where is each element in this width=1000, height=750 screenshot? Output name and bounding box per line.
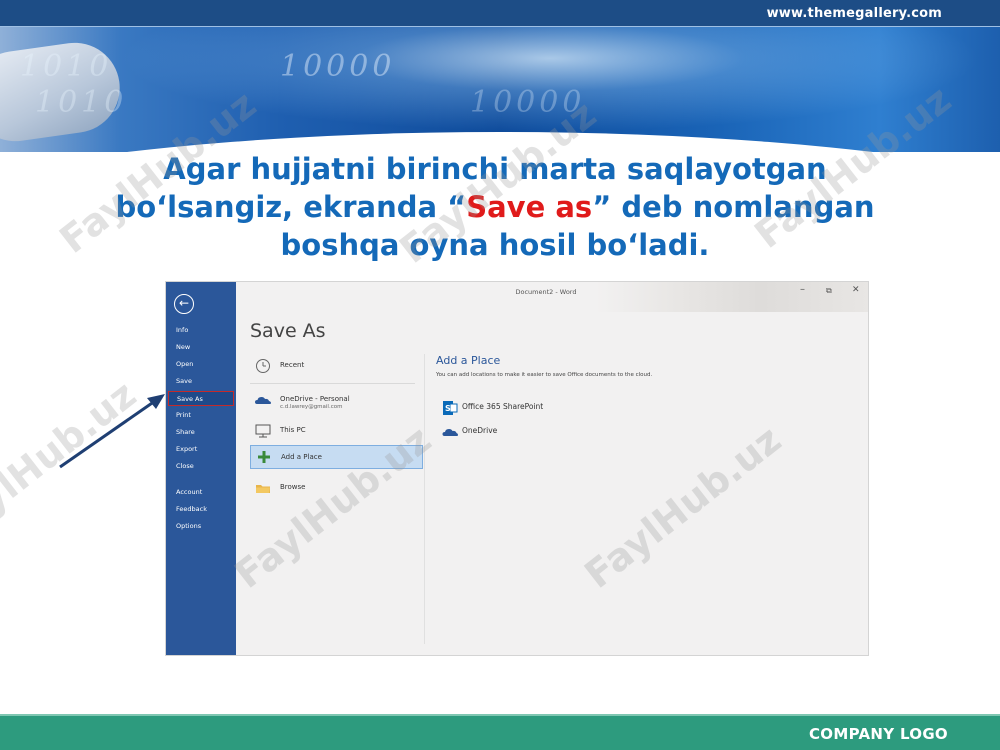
place-onedrive-personal[interactable]: OneDrive - Personal c.d.lawrey@gmail.com [250, 392, 423, 416]
headline-line-2: bo‘lsangiz, ekranda “Save as” deb nomlan… [60, 188, 930, 226]
panel-divider [424, 354, 425, 644]
sidebar-item-new[interactable]: New [176, 343, 190, 351]
site-url[interactable]: www.themegallery.com [767, 6, 942, 21]
places-divider [250, 383, 415, 384]
banner-digits-2: 1010 [35, 85, 128, 120]
sidebar-item-share[interactable]: Share [176, 428, 195, 436]
sidebar-item-close[interactable]: Close [176, 462, 194, 470]
close-icon[interactable]: ✕ [852, 285, 860, 295]
add-place-panel-title: Add a Place [436, 354, 501, 367]
sidebar-item-info[interactable]: Info [176, 326, 188, 334]
place-this-pc[interactable]: This PC [250, 423, 423, 441]
backstage-title: Save As [250, 320, 326, 342]
onedrive-cloud-icon [255, 397, 271, 404]
minimize-icon[interactable]: – [800, 284, 805, 295]
slide-headline: Agar hujjatni birinchi marta saqlayotgan… [60, 150, 930, 264]
sidebar-item-options[interactable]: Options [176, 522, 201, 530]
place-recent-label: Recent [280, 361, 305, 369]
option-sharepoint-label: Office 365 SharePoint [462, 402, 544, 411]
word-save-as-screenshot: ← Info New Open Save Save As Print Share Export… [165, 281, 869, 656]
place-browse[interactable]: Browse [250, 480, 423, 498]
headline-line-2-end: ” deb nomlangan [592, 190, 875, 224]
onedrive-cloud-icon [442, 429, 458, 436]
sidebar-item-export[interactable]: Export [176, 445, 197, 453]
sharepoint-icon: S [443, 401, 458, 415]
place-add-a-place[interactable]: Add a Place [250, 445, 423, 469]
pc-monitor-icon [255, 424, 271, 438]
window-title: Document2 - Word [515, 288, 577, 296]
banner-digits-1: 1010 [20, 49, 113, 84]
sidebar-item-save[interactable]: Save [176, 377, 192, 385]
sidebar-item-account[interactable]: Account [176, 488, 202, 496]
sidebar-item-feedback[interactable]: Feedback [176, 505, 207, 513]
clock-icon [256, 359, 270, 373]
back-arrow-icon[interactable]: ← [174, 294, 194, 314]
pointer-arrow [59, 394, 165, 469]
place-this-pc-label: This PC [280, 426, 306, 434]
add-place-panel-description: You can add locations to make it easier … [436, 372, 653, 378]
plus-icon [258, 451, 270, 463]
option-onedrive-label: OneDrive [462, 426, 498, 435]
place-add-a-place-label: Add a Place [281, 453, 322, 461]
top-bar: www.themegallery.com [0, 0, 1000, 27]
headline-highlight-save-as: Save as [466, 190, 593, 224]
place-browse-label: Browse [280, 483, 306, 491]
banner-digits-3: 10000 [280, 49, 396, 84]
banner-digits-4: 10000 [470, 85, 586, 120]
place-onedrive-email: c.d.lawrey@gmail.com [280, 404, 343, 410]
header-banner: 1010 1010 10000 10000 [0, 27, 1000, 152]
svg-text:S: S [445, 404, 451, 413]
company-logo: COMPANY LOGO [809, 725, 948, 743]
sidebar-item-open[interactable]: Open [176, 360, 193, 368]
restore-icon[interactable]: ⧉ [826, 286, 832, 296]
sidebar-item-save-as[interactable]: Save As [168, 391, 234, 406]
footer-bar: COMPANY LOGO [0, 714, 1000, 750]
headline-line-2-start: bo‘lsangiz, ekranda “ [115, 190, 467, 224]
backstage-sidebar: ← Info New Open Save Save As Print Share Export… [166, 282, 236, 655]
headline-line-1: Agar hujjatni birinchi marta saqlayotgan [163, 152, 827, 186]
place-recent[interactable]: Recent [250, 358, 423, 376]
headline-line-3: boshqa oyna hosil bo‘ladi. [280, 228, 710, 262]
folder-icon [256, 485, 270, 493]
sidebar-item-print[interactable]: Print [176, 411, 191, 419]
place-onedrive-label: OneDrive - Personal [280, 395, 350, 403]
